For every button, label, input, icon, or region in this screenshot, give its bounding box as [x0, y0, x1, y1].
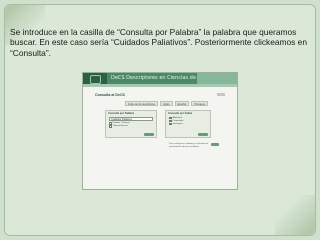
- option-label: Alfabético: [172, 116, 183, 119]
- radio[interactable]: [169, 122, 172, 125]
- tab-espanol[interactable]: Español: [174, 101, 190, 106]
- panel-heading: Consulta por Palabra: [108, 112, 135, 115]
- consulta-button[interactable]: [144, 133, 154, 136]
- checkbox[interactable]: [109, 125, 112, 128]
- option-label: Jerárquico: [172, 122, 183, 125]
- banner-decoration: [197, 73, 237, 84]
- tab-ingles[interactable]: Inglés: [160, 101, 173, 106]
- language-tabs: Índice de los descriptores Inglés Españo…: [125, 101, 209, 106]
- banner-strip: [83, 84, 237, 87]
- tab-indice[interactable]: Índice de los descriptores: [125, 101, 159, 106]
- consulta-por-palabra-panel: Consulta por Palabra Cuidados Paliativos…: [105, 110, 157, 138]
- slide-corner-decoration: [275, 195, 315, 235]
- option-label: Término Exacto: [112, 125, 128, 128]
- decs-screenshot: DeCS Descriptores en Ciencias de la Salu…: [82, 72, 238, 190]
- config-button[interactable]: [211, 143, 219, 146]
- decs-banner-text: DeCS Descriptores en Ciencias de la Salu…: [107, 73, 197, 84]
- header-link[interactable]: [217, 93, 225, 96]
- search-input[interactable]: Cuidados Paliativos: [109, 117, 153, 121]
- slide-caption: Se introduce en la casilla de “Consulta …: [10, 27, 307, 58]
- option-exacto[interactable]: Término Exacto: [109, 125, 153, 128]
- tab-portugues[interactable]: Portugués: [191, 101, 209, 106]
- decs-logo-icon: [83, 73, 107, 84]
- option-jerarquico[interactable]: Jerárquico: [169, 122, 207, 125]
- page-title: Consulta al DeCS: [95, 93, 125, 97]
- option-label: Permutado: [172, 119, 184, 122]
- decs-banner: DeCS Descriptores en Ciencias de la Salu…: [83, 73, 237, 84]
- consulta-por-indice-panel: Consulta por Índice Alfabético Permutado…: [165, 110, 211, 138]
- footnote-text: Para configurar el idioma y el formato d…: [169, 143, 209, 148]
- option-label: Palabra / Termino: [112, 122, 130, 125]
- panel-heading: Consulta por Índice: [168, 112, 193, 115]
- indice-consulta-button[interactable]: [198, 133, 208, 136]
